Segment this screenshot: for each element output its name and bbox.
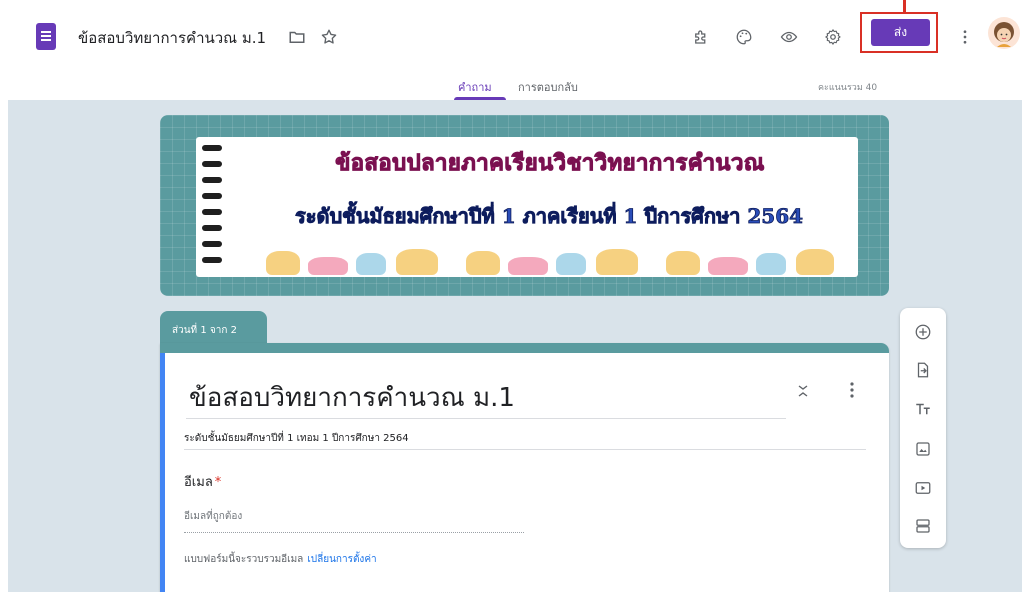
banner-title: ข้อสอบปลายภาคเรียนวิชาวิทยาการคำนวณ [335, 150, 765, 177]
card-theme-strip [160, 343, 889, 353]
section-tab: ส่วนที่ 1 จาก 2 [160, 311, 267, 345]
header-banner-image: ข้อสอบปลายภาคเรียนวิชาวิทยาการคำนวณ ระดั… [160, 115, 889, 296]
banner-subtitle: ระดับชั้นมัธยมศึกษาปีที่ 1 ภาคเรียนที่ 1… [294, 204, 804, 229]
title-underline [186, 418, 786, 419]
description-underline [184, 449, 866, 450]
required-asterisk: * [214, 475, 222, 490]
document-title[interactable]: ข้อสอบวิทยาการคำนวณ ม.1 [78, 26, 266, 50]
addon-puzzle-icon[interactable] [690, 26, 712, 48]
forms-app-icon[interactable] [36, 23, 56, 50]
annotation-arrow [903, 0, 906, 12]
palette-icon[interactable] [733, 26, 755, 48]
more-vert-icon[interactable] [844, 379, 860, 401]
email-collection-note: แบบฟอร์มนี้จะรวบรวมอีเมล เปลี่ยนการตั้งค่… [184, 552, 377, 567]
form-title[interactable]: ข้อสอบวิทยาการคำนวณ ม.1 [189, 377, 515, 418]
add-title-icon[interactable] [912, 398, 934, 420]
add-image-icon[interactable] [912, 438, 934, 460]
send-button[interactable]: ส่ง [871, 19, 930, 46]
add-video-icon[interactable] [912, 477, 934, 499]
preview-eye-icon[interactable] [778, 26, 800, 48]
folder-icon[interactable] [286, 26, 308, 48]
import-questions-icon[interactable] [912, 359, 934, 381]
card-focus-indicator [160, 353, 165, 592]
collapse-section-icon[interactable] [795, 383, 811, 399]
total-score: คะแนนรวม 40 [818, 83, 878, 93]
settings-gear-icon[interactable] [822, 26, 844, 48]
form-title-card[interactable]: ข้อสอบวิทยาการคำนวณ ม.1 ระดับชั้นมัธยมศึ… [160, 343, 889, 592]
tab-responses[interactable]: การตอบกลับ [518, 78, 578, 96]
collect-note-text: แบบฟอร์มนี้จะรวบรวมอีเมล [184, 554, 304, 565]
tab-questions[interactable]: คำถาม [458, 78, 492, 96]
top-bar: ข้อสอบวิทยาการคำนวณ ม.1 ส่ง [0, 0, 1022, 72]
avatar[interactable] [988, 17, 1020, 49]
form-tabs: คำถาม การตอบกลับ คะแนนรวม 40 [0, 72, 1022, 100]
email-label-text: อีเมล [184, 475, 213, 490]
add-section-icon[interactable] [912, 515, 934, 537]
email-field-underline [184, 532, 524, 533]
email-field[interactable]: อีเมลที่ถูกต้อง [184, 509, 242, 524]
email-question-label: อีเมล * [184, 471, 221, 492]
more-vert-icon[interactable] [954, 26, 976, 48]
form-canvas: ข้อสอบปลายภาคเรียนวิชาวิทยาการคำนวณ ระดั… [8, 100, 1022, 592]
notebook-spiral [196, 145, 224, 275]
star-icon[interactable] [318, 26, 340, 48]
change-settings-link[interactable]: เปลี่ยนการตั้งค่า [307, 554, 376, 565]
form-description[interactable]: ระดับชั้นมัธยมศึกษาปีที่ 1 เทอม 1 ปีการศ… [184, 431, 409, 446]
floating-toolbar [900, 308, 946, 548]
banner-doodles [256, 243, 836, 277]
add-question-icon[interactable] [912, 321, 934, 343]
